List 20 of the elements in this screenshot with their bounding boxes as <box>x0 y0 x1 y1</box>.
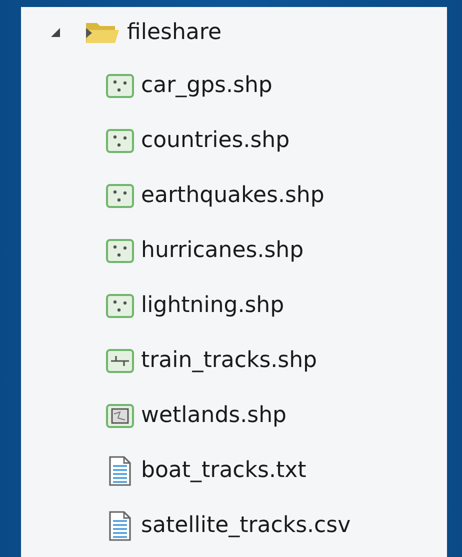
file-label[interactable]: car_gps.shp <box>141 73 272 98</box>
text-file-icon <box>108 510 132 540</box>
point-layer-icon <box>106 128 134 152</box>
point-layer-icon <box>106 184 134 208</box>
file-label[interactable]: train_tracks.shp <box>141 348 318 373</box>
point-layer-icon <box>106 238 134 262</box>
point-layer-icon <box>106 74 134 98</box>
point-layer-icon <box>106 294 134 318</box>
file-label[interactable]: countries.shp <box>141 128 290 153</box>
file-label[interactable]: lightning.shp <box>141 293 284 318</box>
line-layer-icon <box>106 348 134 372</box>
folder-label[interactable]: fileshare <box>127 20 222 45</box>
file-label[interactable]: hurricanes.shp <box>141 238 304 263</box>
polygon-layer-icon <box>106 404 134 428</box>
file-label[interactable]: wetlands.shp <box>141 403 286 428</box>
text-file-icon <box>108 456 132 486</box>
file-label[interactable]: satellite_tracks.csv <box>141 513 351 538</box>
file-label[interactable]: boat_tracks.txt <box>141 458 306 483</box>
expanded-arrow-icon[interactable] <box>50 27 60 38</box>
file-label[interactable]: earthquakes.shp <box>141 183 324 208</box>
